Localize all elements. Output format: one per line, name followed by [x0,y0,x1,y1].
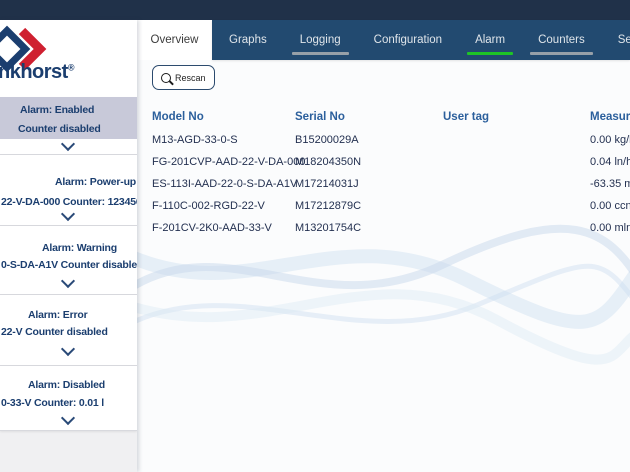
brand-wordmark: nkhorst® [0,61,74,84]
device-panel-5[interactable]: Alarm: Disabled 0-33-V Counter: 0.01 l [0,366,137,431]
cell-measure: 0.00 kg/h [590,134,630,146]
cell-model: FG-201CVP-AAD-22-V-DA-000 [152,156,295,168]
table-row[interactable]: M13-AGD-33-0-S B15200029A 0.00 kg/h [152,129,630,151]
window-title-bar [0,0,630,20]
column-header-usertag[interactable]: User tag [443,111,590,123]
chevron-down-icon[interactable] [60,274,74,288]
alarm-status-label: Alarm: Power-up [55,176,136,188]
device-table: Model No Serial No User tag Measure M13-… [152,104,630,239]
device-sidebar: nkhorst® Alarm: Enabled Counter disabled… [0,20,137,472]
sidebar-empty-area [0,431,137,472]
cell-serial: B15200029A [295,134,443,146]
cell-model: F-201CV-2K0-AAD-33-V [152,222,295,234]
table-row[interactable]: F-110C-002-RGD-22-V M17212879C 0.00 ccn/ [152,195,630,217]
cell-measure: -63.35 ml [590,178,630,190]
registered-mark: ® [68,62,74,72]
column-header-measure[interactable]: Measure [590,111,630,123]
counter-status-label: 22-V Counter disabled [1,326,108,338]
device-panel-3[interactable]: Alarm: Warning 0-S-DA-A1V Counter disabl… [0,226,137,295]
cell-measure: 0.00 mln/ [590,222,630,234]
table-body: M13-AGD-33-0-S B15200029A 0.00 kg/h FG-2… [152,129,630,239]
chevron-down-icon[interactable] [60,137,74,151]
counter-status-label: 0-S-DA-A1V Counter disabled [1,259,137,271]
cell-serial: M18204350N [295,156,443,168]
cell-serial: M17212879C [295,200,443,212]
counter-status-label: Counter disabled [18,123,101,135]
device-panel-1[interactable]: Alarm: Enabled Counter disabled [0,97,137,155]
main-content: Overview Graphs Logging Configuration Al… [137,20,630,472]
cell-measure: 0.00 ccn/ [590,200,630,212]
cell-model: ES-113I-AAD-22-0-S-DA-A1V [152,178,295,190]
tab-counters[interactable]: Counters [533,34,590,46]
table-header-row: Model No Serial No User tag Measure [152,104,630,129]
column-header-serial[interactable]: Serial No [295,111,443,123]
rescan-label: Rescan [175,73,206,83]
device-panel-2[interactable]: Alarm: Power-up 22-V-DA-000 Counter: 123… [0,155,137,226]
tab-configuration[interactable]: Configuration [369,34,447,46]
alarm-status-label: Alarm: Error [28,309,87,321]
chevron-down-icon[interactable] [60,411,74,425]
brand-text: nkhorst [0,61,68,83]
counter-status-label: 0-33-V Counter: 0.01 l [1,397,104,409]
cell-model: F-110C-002-RGD-22-V [152,200,295,212]
table-row[interactable]: ES-113I-AAD-22-0-S-DA-A1V M17214031J -63… [152,173,630,195]
search-icon [161,73,171,83]
counter-status-label: 22-V-DA-000 Counter: 1234567.13 [1,196,137,208]
cell-serial: M13201754C [295,222,443,234]
alarm-status-label: Alarm: Warning [42,242,117,254]
tab-service[interactable]: Service [613,34,630,46]
tab-overview[interactable]: Overview [137,20,212,60]
alarm-status-label: Alarm: Disabled [28,379,105,391]
table-row[interactable]: FG-201CVP-AAD-22-V-DA-000 M18204350N 0.0… [152,151,630,173]
cell-serial: M17214031J [295,178,443,190]
tab-alarm[interactable]: Alarm [470,34,510,46]
chevron-down-icon[interactable] [60,342,74,356]
tab-bar: Overview Graphs Logging Configuration Al… [137,20,630,60]
tab-logging[interactable]: Logging [295,34,346,46]
chevron-down-icon[interactable] [60,207,74,221]
table-row[interactable]: F-201CV-2K0-AAD-33-V M13201754C 0.00 mln… [152,217,630,239]
alarm-status-label: Alarm: Enabled [20,104,94,116]
tab-graphs[interactable]: Graphs [224,34,272,46]
brand-logo: nkhorst® [0,20,137,97]
cell-measure: 0.04 ln/h [590,156,630,168]
device-panel-4[interactable]: Alarm: Error 22-V Counter disabled [0,295,137,366]
cell-model: M13-AGD-33-0-S [152,134,295,146]
column-header-model[interactable]: Model No [152,111,295,123]
tab-bar-background: Graphs Logging Configuration Alarm Count… [212,20,630,60]
rescan-button[interactable]: Rescan [152,65,215,90]
